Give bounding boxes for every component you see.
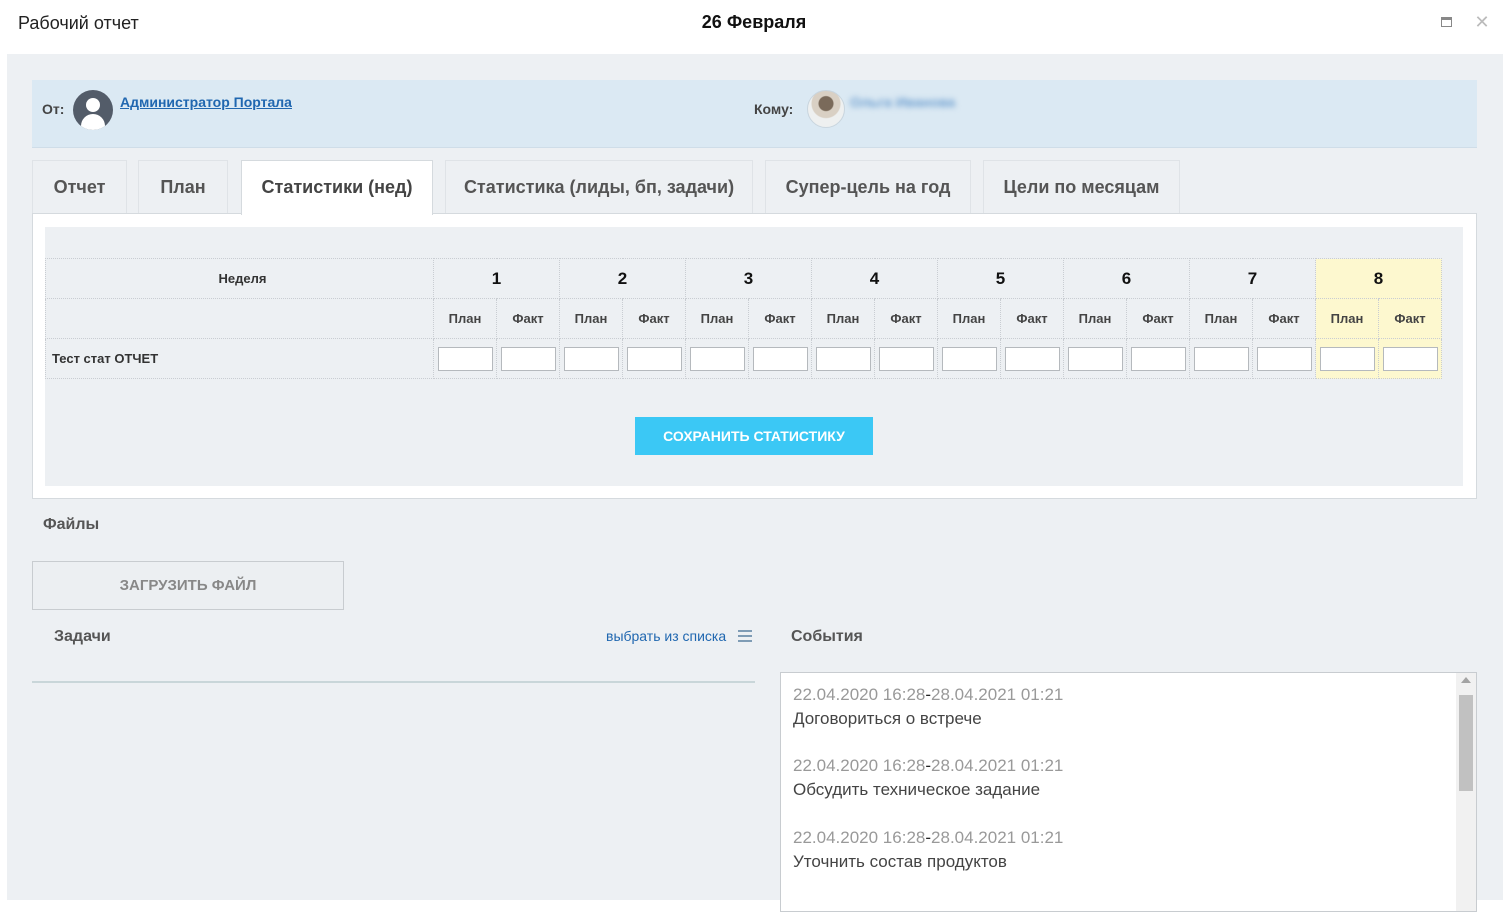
from-label: От:: [42, 101, 65, 117]
week-number: 4: [811, 258, 938, 299]
plan-header: План: [559, 298, 623, 339]
event-end: 28.04.2021 01:21: [931, 685, 1064, 704]
week-6-fact-input[interactable]: [1130, 346, 1186, 371]
week-2-plan-input[interactable]: [563, 346, 619, 371]
fact-header: Факт: [622, 298, 686, 339]
week-1-fact-input[interactable]: [500, 346, 556, 371]
tab-plan[interactable]: План: [138, 160, 228, 213]
week-8-plan-input[interactable]: [1319, 346, 1375, 371]
event-start: 22.04.2020 16:28: [793, 685, 926, 704]
week-number: 3: [685, 258, 812, 299]
scroll-up-icon[interactable]: [1461, 677, 1471, 683]
files-title: Файлы: [43, 516, 100, 533]
events-title: События: [791, 628, 863, 645]
tasks-title: Задачи: [54, 628, 111, 645]
sender-link[interactable]: Администратор Портала: [120, 94, 292, 110]
pick-from-list-link[interactable]: выбрать из списка: [606, 628, 726, 644]
week-7-fact-input[interactable]: [1256, 346, 1312, 371]
week-3-plan-input[interactable]: [689, 346, 745, 371]
week-number: 2: [559, 258, 686, 299]
plan-header: План: [1189, 298, 1253, 339]
save-stats-button[interactable]: СОХРАНИТЬ СТАТИСТИКУ: [635, 417, 873, 455]
fact-header: Факт: [1252, 298, 1316, 339]
tasks-divider: [32, 681, 755, 683]
tab-weekly-stats[interactable]: Статистики (нед): [241, 160, 433, 215]
event-start: 22.04.2020 16:28: [793, 828, 926, 847]
fact-header: Факт: [1378, 298, 1442, 339]
event-name: Уточнить состав продуктов: [793, 852, 1007, 871]
report-header: От: Администратор Портала Кому: Ольга Ив…: [32, 80, 1477, 148]
week-number: 7: [1189, 258, 1316, 299]
week-7-plan-input[interactable]: [1193, 346, 1249, 371]
list-item[interactable]: 22.04.2020 16:28-28.04.2021 01:21 Догово…: [793, 685, 1063, 729]
week-number-current: 8: [1315, 258, 1442, 299]
week-3-fact-input[interactable]: [752, 346, 808, 371]
recipient-avatar[interactable]: [807, 90, 845, 128]
list-item[interactable]: 22.04.2020 16:28-28.04.2021 01:21 Обсуди…: [793, 756, 1063, 800]
to-label: Кому:: [754, 101, 794, 117]
plan-header: План: [1315, 298, 1379, 339]
week-4-fact-input[interactable]: [878, 346, 934, 371]
events-scrollbar[interactable]: [1456, 673, 1476, 911]
event-start: 22.04.2020 16:28: [793, 756, 926, 775]
week-number-row: Неделя 1 2 3 4 5 6 7 8: [45, 258, 1442, 299]
fact-header: Факт: [748, 298, 812, 339]
week-4-plan-input[interactable]: [815, 346, 871, 371]
sender-avatar[interactable]: [73, 90, 113, 130]
fact-header: Факт: [874, 298, 938, 339]
plan-fact-header-row: План Факт План Факт План Факт План Факт План…: [45, 298, 1442, 339]
recipient-link[interactable]: Ольга Иванова: [850, 94, 955, 110]
window-titlebar: Рабочий отчет 26 Февраля ✕: [0, 0, 1508, 54]
fact-header: Факт: [1126, 298, 1190, 339]
plan-header: План: [685, 298, 749, 339]
plan-header: План: [811, 298, 875, 339]
list-item[interactable]: 22.04.2020 16:28-28.04.2021 01:21 Уточни…: [793, 828, 1063, 872]
week-1-plan-input[interactable]: [437, 346, 493, 371]
report-date: 26 Февраля: [701, 12, 807, 32]
week-number: 6: [1063, 258, 1190, 299]
scroll-thumb[interactable]: [1459, 695, 1473, 791]
week-number: 1: [433, 258, 560, 299]
stats-panel: Неделя 1 2 3 4 5 6 7 8 План Факт План Факт…: [32, 213, 1477, 499]
event-end: 28.04.2021 01:21: [931, 828, 1064, 847]
plan-header: План: [433, 298, 497, 339]
weekly-stats-table: Неделя 1 2 3 4 5 6 7 8 План Факт План Факт…: [45, 258, 1442, 379]
close-icon[interactable]: ✕: [1474, 13, 1490, 31]
week-2-fact-input[interactable]: [626, 346, 682, 371]
week-5-plan-input[interactable]: [941, 346, 997, 371]
maximize-icon[interactable]: [1439, 14, 1455, 30]
event-name: Обсудить техническое задание: [793, 780, 1041, 799]
week-number: 5: [937, 258, 1064, 299]
fact-header: Факт: [1000, 298, 1064, 339]
table-row: Тест стат ОТЧЕТ: [45, 338, 1442, 379]
tab-super-goal[interactable]: Супер-цель на год: [765, 160, 971, 213]
event-name: Договориться о встрече: [793, 709, 982, 728]
tab-monthly-goals[interactable]: Цели по месяцам: [983, 160, 1180, 213]
fact-header: Факт: [496, 298, 560, 339]
plan-header: План: [1063, 298, 1127, 339]
upload-file-button[interactable]: ЗАГРУЗИТЬ ФАЙЛ: [32, 561, 344, 610]
events-list[interactable]: 22.04.2020 16:28-28.04.2021 01:21 Догово…: [780, 672, 1477, 912]
week-5-fact-input[interactable]: [1004, 346, 1060, 371]
list-icon[interactable]: [738, 630, 752, 644]
stat-name: Тест стат ОТЧЕТ: [45, 338, 434, 379]
week-label: Неделя: [45, 258, 434, 299]
stats-panel-inner: Неделя 1 2 3 4 5 6 7 8 План Факт План Факт…: [45, 227, 1463, 486]
tab-stats-leads[interactable]: Статистика (лиды, бп, задачи): [445, 160, 753, 213]
event-end: 28.04.2021 01:21: [931, 756, 1064, 775]
week-6-plan-input[interactable]: [1067, 346, 1123, 371]
plan-header: План: [937, 298, 1001, 339]
tab-report[interactable]: Отчет: [32, 160, 127, 213]
week-8-fact-input[interactable]: [1382, 346, 1438, 371]
